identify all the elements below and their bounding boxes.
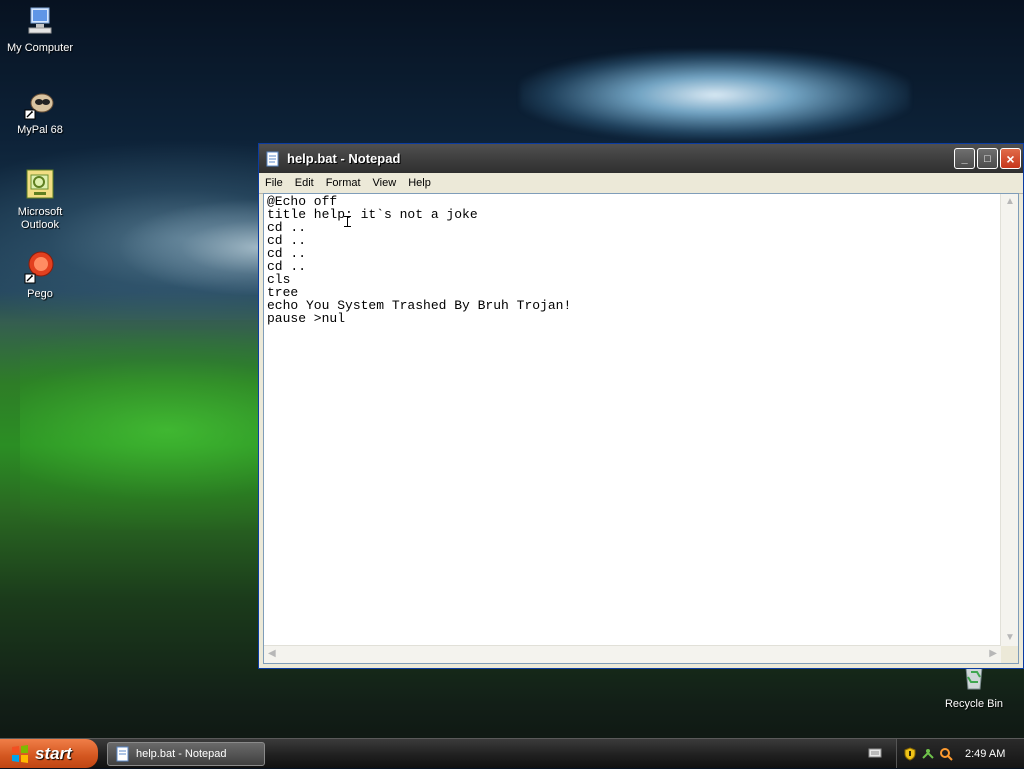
- text-content[interactable]: @Echo off title help: it`s not a joke cd…: [266, 195, 1000, 645]
- wallpaper-sky-glow: [520, 50, 910, 140]
- keyboard-icon[interactable]: [868, 747, 882, 759]
- window-titlebar[interactable]: help.bat - Notepad _ □ ×: [259, 144, 1023, 173]
- close-icon: ×: [1006, 150, 1015, 167]
- text-cursor-icon: [344, 216, 351, 227]
- start-button[interactable]: start: [0, 739, 98, 768]
- shield-icon[interactable]: [903, 746, 917, 761]
- window-title: help.bat - Notepad: [287, 151, 401, 166]
- window-controls: _ □ ×: [954, 148, 1021, 169]
- network-icon[interactable]: [921, 747, 935, 761]
- windows-flag-icon: [10, 744, 30, 764]
- system-tray: 2:49 AM: [896, 739, 1024, 768]
- taskbar-button-notepad[interactable]: help.bat - Notepad: [107, 742, 265, 766]
- scroll-left-icon[interactable]: ◀: [268, 649, 276, 659]
- taskbar: start help.bat - Notepad 2:49 AM: [0, 738, 1024, 768]
- desktop-icon-label: MyPal 68: [17, 124, 63, 136]
- desktop-icon-mypal[interactable]: MyPal 68: [0, 86, 80, 137]
- menu-help[interactable]: Help: [402, 177, 437, 189]
- taskbar-button-label: help.bat - Notepad: [136, 748, 227, 760]
- desktop-icon-label: Microsoft Outlook: [17, 206, 63, 231]
- magnifier-icon[interactable]: [939, 747, 953, 761]
- desktop-icon-my-computer[interactable]: My Computer: [0, 4, 80, 55]
- desktop-icon-label: Pego: [27, 288, 53, 300]
- menu-edit[interactable]: Edit: [289, 177, 320, 189]
- maximize-button[interactable]: □: [977, 148, 998, 169]
- menu-format[interactable]: Format: [320, 177, 367, 189]
- scroll-corner: [1001, 646, 1018, 663]
- minimize-button[interactable]: _: [954, 148, 975, 169]
- outlook-icon: [23, 168, 57, 202]
- menu-view[interactable]: View: [367, 177, 403, 189]
- my-computer-icon: [23, 4, 57, 38]
- desktop-icon-pego[interactable]: Pego: [0, 250, 80, 301]
- pego-icon: [23, 250, 57, 284]
- desktop-icon-label: My Computer: [6, 42, 74, 54]
- desktop-icon-outlook[interactable]: Microsoft Outlook: [0, 168, 80, 232]
- vertical-scrollbar[interactable]: ▲ ▼: [1000, 194, 1018, 646]
- close-button[interactable]: ×: [1000, 148, 1021, 169]
- editor-area[interactable]: @Echo off title help: it`s not a joke cd…: [263, 193, 1019, 664]
- notepad-icon: [265, 151, 281, 167]
- desktop-icon-label: Recycle Bin: [944, 698, 1004, 710]
- notepad-window: help.bat - Notepad _ □ × File Edit Forma…: [258, 143, 1024, 669]
- scroll-up-icon[interactable]: ▲: [1005, 197, 1015, 207]
- clock[interactable]: 2:49 AM: [965, 748, 1005, 760]
- maximize-icon: □: [984, 152, 991, 165]
- notepad-icon: [116, 746, 130, 762]
- mypal-icon: [23, 86, 57, 120]
- menu-bar: File Edit Format View Help: [259, 173, 1023, 194]
- scroll-right-icon[interactable]: ▶: [989, 649, 997, 659]
- minimize-icon: _: [961, 152, 968, 165]
- scroll-down-icon[interactable]: ▼: [1005, 633, 1015, 643]
- horizontal-scrollbar[interactable]: ◀ ▶: [264, 645, 1001, 663]
- menu-file[interactable]: File: [259, 177, 289, 189]
- start-label: start: [35, 743, 72, 763]
